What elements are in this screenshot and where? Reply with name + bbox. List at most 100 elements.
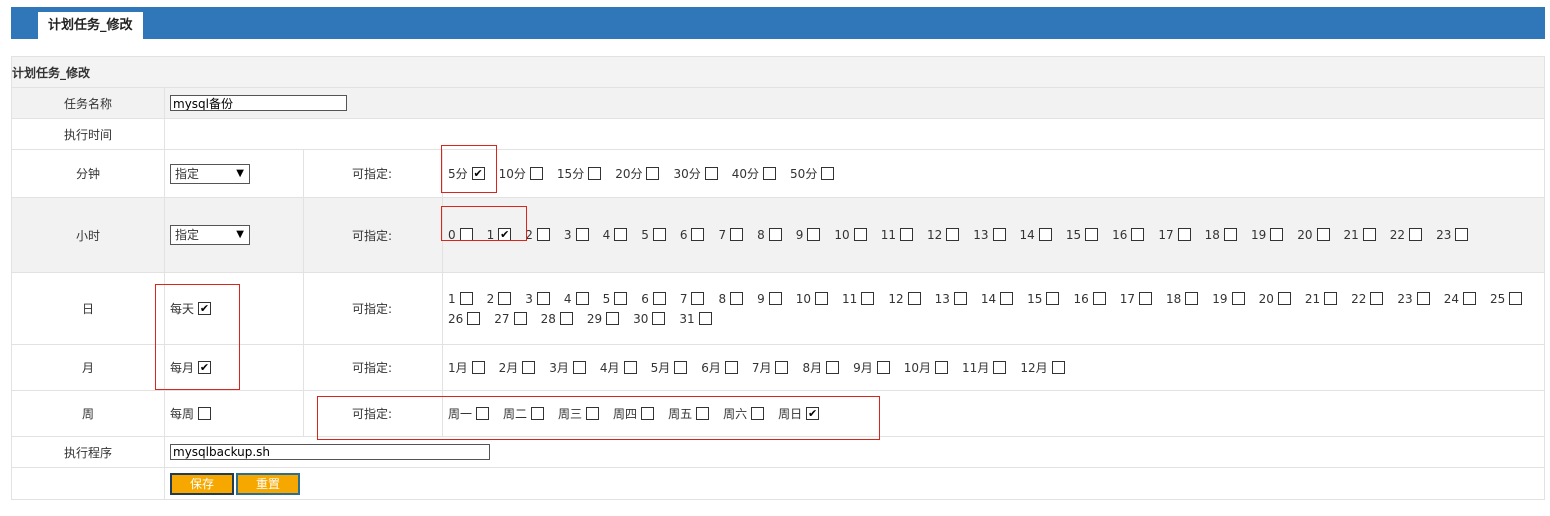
day-option[interactable]: 29 [587,309,620,329]
day-option[interactable]: 2 [487,289,512,309]
day-option-checkbox[interactable] [815,291,829,305]
hour-option-checkbox[interactable] [575,228,589,241]
month-option[interactable]: 3月 [549,358,586,378]
day-option[interactable]: 15 [1027,289,1060,309]
minute-option-checkbox[interactable] [529,166,543,180]
day-option-checkbox[interactable] [1000,291,1014,305]
reset-button[interactable]: 重置 [236,472,300,495]
day-option[interactable]: 26 [448,309,481,329]
day-option[interactable]: 1 [448,289,473,309]
month-option-checkbox[interactable] [522,360,536,374]
day-option[interactable]: 22 [1351,289,1384,309]
day-option[interactable]: 19 [1212,289,1245,309]
day-option-checkbox[interactable] [498,291,512,305]
task-name-input[interactable] [170,95,347,111]
month-option[interactable]: 12月 [1020,358,1065,378]
hour-option-checkbox[interactable] [1409,228,1423,241]
minute-option-checkbox[interactable] [821,166,835,180]
day-option[interactable]: 6 [641,289,666,309]
month-option-checkbox[interactable] [935,360,949,374]
month-option[interactable]: 2月 [499,358,536,378]
hour-option[interactable]: 19 [1251,225,1284,245]
hour-option-checkbox[interactable] [1362,228,1376,241]
month-option[interactable]: 7月 [752,358,789,378]
program-input[interactable] [170,444,490,460]
hour-option-checkbox[interactable] [1223,228,1237,241]
day-option-checkbox[interactable] [698,311,712,325]
month-option[interactable]: 6月 [701,358,738,378]
day-option[interactable]: 23 [1397,289,1430,309]
hour-option[interactable]: 18 [1205,225,1237,245]
minute-option-checkbox[interactable] [704,166,718,180]
hour-option[interactable]: 10 [834,225,867,245]
hour-option-checkbox[interactable] [899,228,913,241]
hour-option-checkbox[interactable] [1131,228,1145,241]
month-option-checkbox[interactable] [993,360,1007,374]
hour-option-checkbox[interactable] [536,228,550,241]
hour-option[interactable]: 7 [718,225,744,245]
hour-option-checkbox[interactable] [730,228,744,241]
month-option-checkbox[interactable] [471,360,485,374]
hour-option[interactable]: 8 [757,225,782,245]
hour-option-checkbox[interactable] [1177,228,1191,241]
hour-option[interactable]: 17 [1158,225,1191,245]
month-option-checkbox[interactable] [775,360,789,374]
minute-option[interactable]: 10分 [499,164,543,184]
minute-option-checkbox[interactable] [588,166,602,180]
month-option-checkbox[interactable] [1051,360,1065,374]
hour-option-checkbox[interactable] [1085,228,1099,241]
day-option[interactable]: 7 [680,289,705,309]
day-option-checkbox[interactable] [1277,291,1291,305]
save-button[interactable]: 保存 [170,472,234,495]
month-option-checkbox[interactable] [674,360,688,374]
day-option-checkbox[interactable] [1370,291,1384,305]
hour-option-checkbox[interactable] [614,228,628,241]
day-option-checkbox[interactable] [536,291,550,305]
month-option-checkbox[interactable] [876,360,890,374]
month-option[interactable]: 8月 [802,358,840,378]
day-option[interactable]: 9 [757,289,782,309]
day-option[interactable]: 11 [842,289,875,309]
hour-option[interactable]: 2 [525,225,550,245]
hour-option-checkbox[interactable] [1038,228,1052,241]
hour-option[interactable]: 9 [796,225,821,245]
minute-option[interactable]: 15分 [557,164,602,184]
day-option-checkbox[interactable] [768,291,782,305]
day-option[interactable]: 5 [603,289,628,309]
day-option[interactable]: 24 [1444,289,1476,309]
hour-option[interactable]: 11 [881,225,913,245]
day-option-checkbox[interactable] [575,291,589,305]
month-option[interactable]: 10月 [904,358,949,378]
hour-option-checkbox[interactable] [946,228,960,241]
minute-mode-select[interactable]: 指定 ▼ [170,163,250,184]
day-option[interactable]: 20 [1259,289,1291,309]
day-option-checkbox[interactable] [1324,291,1338,305]
day-option-checkbox[interactable] [614,291,628,305]
hour-option[interactable]: 23 [1436,225,1469,245]
day-option-checkbox[interactable] [1231,291,1245,305]
hour-option[interactable]: 16 [1112,225,1145,245]
month-option[interactable]: 11月 [962,358,1007,378]
day-option[interactable]: 16 [1073,289,1106,309]
minute-option-checkbox[interactable] [646,166,660,180]
hour-option[interactable]: 14 [1020,225,1052,245]
hour-option-checkbox[interactable] [807,228,821,241]
day-option-checkbox[interactable] [606,311,620,325]
day-option[interactable]: 28 [541,309,573,329]
hour-option-checkbox[interactable] [652,228,666,241]
hour-option[interactable]: 20 [1297,225,1330,245]
day-option[interactable]: 21 [1305,289,1338,309]
month-option[interactable]: 9月 [853,358,890,378]
month-option[interactable]: 5月 [651,358,688,378]
day-option-checkbox[interactable] [730,291,744,305]
minute-option-checkbox[interactable] [763,166,777,180]
day-option[interactable]: 13 [935,289,967,309]
month-option-checkbox[interactable] [623,360,637,374]
day-option-checkbox[interactable] [861,291,875,305]
hour-option-checkbox[interactable] [992,228,1006,241]
hour-mode-select[interactable]: 指定 ▼ [170,225,250,245]
week-every-checkbox[interactable] [198,407,212,420]
day-option-checkbox[interactable] [459,291,473,305]
day-option-checkbox[interactable] [1139,291,1153,305]
month-option[interactable]: 4月 [600,358,637,378]
